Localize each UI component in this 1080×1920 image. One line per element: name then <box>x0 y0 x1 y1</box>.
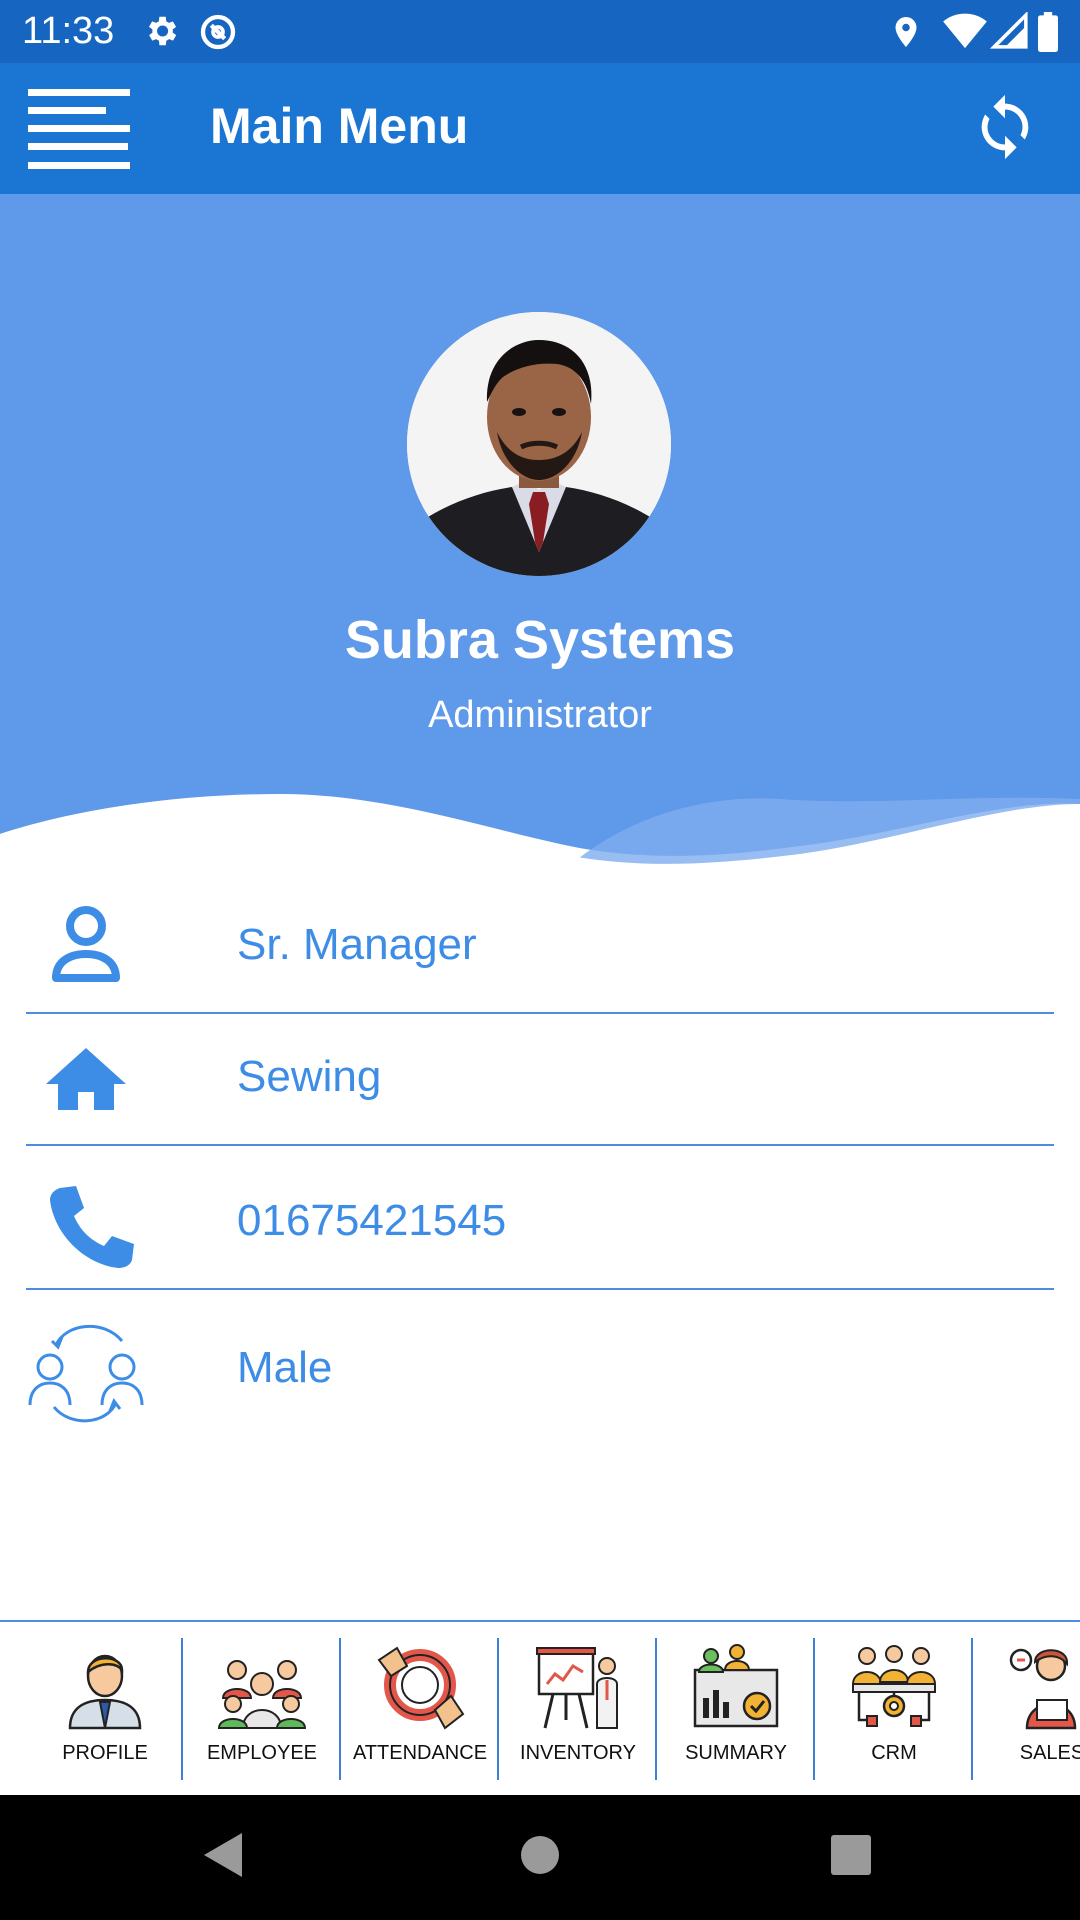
status-bar: 11:33 <box>0 0 1080 63</box>
system-nav-bar <box>0 1795 1080 1920</box>
inventory-icon <box>536 1647 618 1729</box>
nav-label-attendance: ATTENDANCE <box>352 1742 488 1764</box>
nav-label-employee: EMPLOYEE <box>206 1742 318 1764</box>
signal-icon <box>990 12 1028 49</box>
info-row-department: Sewing <box>26 1014 1054 1146</box>
profile-header: Subra Systems Administrator <box>0 194 1080 874</box>
phone-text[interactable]: 01675421545 <box>237 1196 506 1246</box>
info-row-designation: Sr. Manager <box>26 882 1054 1014</box>
summary-icon <box>693 1644 779 1728</box>
info-row-gender: Male <box>26 1305 1054 1437</box>
gender-icon <box>28 1325 144 1423</box>
recents-icon[interactable] <box>831 1835 871 1875</box>
nav-label-crm: CRM <box>871 1742 917 1764</box>
settings-icon <box>148 16 177 46</box>
nav-item-attendance[interactable]: ATTENDANCE <box>341 1640 499 1780</box>
nav-item-employee[interactable]: EMPLOYEE <box>183 1640 341 1780</box>
nav-label-summary: SUMMARY <box>685 1742 787 1764</box>
app-bar: Main Menu <box>0 63 1080 194</box>
status-time: 11:33 <box>22 10 115 52</box>
sync-status-icon <box>200 14 236 50</box>
crm-icon <box>851 1645 937 1727</box>
nav-item-sales[interactable]: SALES <box>973 1640 1080 1780</box>
location-icon <box>895 17 917 47</box>
profile-role: Administrator <box>428 694 652 736</box>
bottom-nav: PROFILE EMPLOYEE ATTENDANCE INVENTORY SU… <box>0 1620 1080 1795</box>
wifi-icon <box>943 13 987 49</box>
info-row-phone: 01675421545 <box>26 1158 1054 1290</box>
nav-label-inventory: INVENTORY <box>520 1742 636 1764</box>
person-icon <box>52 906 120 982</box>
page-title: Main Menu <box>210 98 469 154</box>
avatar <box>407 312 671 576</box>
profile-name: Subra Systems <box>344 610 736 670</box>
refresh-icon[interactable] <box>970 87 1040 167</box>
hamburger-menu-icon[interactable] <box>28 89 130 169</box>
nav-label-sales: SALES <box>1019 1742 1080 1764</box>
employee-icon <box>217 1660 307 1729</box>
department-text: Sewing <box>237 1052 382 1101</box>
phone-icon <box>50 1186 134 1268</box>
sales-icon <box>1009 1648 1077 1730</box>
battery-icon <box>1038 12 1058 52</box>
gender-text: Male <box>237 1343 333 1392</box>
nav-item-crm[interactable]: CRM <box>815 1640 973 1780</box>
designation-text: Sr. Manager <box>237 920 477 969</box>
nav-label-profile: PROFILE <box>62 1742 148 1764</box>
nav-item-summary[interactable]: SUMMARY <box>657 1640 815 1780</box>
nav-item-profile[interactable]: PROFILE <box>26 1640 184 1780</box>
home-button-icon[interactable] <box>520 1835 560 1875</box>
back-icon[interactable] <box>202 1831 244 1879</box>
attendance-icon <box>377 1646 465 1730</box>
profile-icon <box>68 1654 142 1730</box>
home-icon <box>46 1048 126 1110</box>
nav-item-inventory[interactable]: INVENTORY <box>499 1640 657 1780</box>
